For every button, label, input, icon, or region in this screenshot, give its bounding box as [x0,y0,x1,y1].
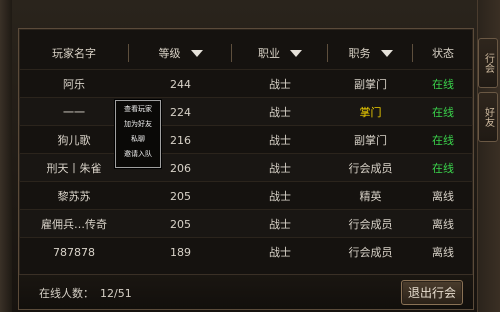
column-header-label: 职务 [348,47,371,60]
player-role: 精英 [359,190,382,203]
player-name: 一一 [63,106,85,119]
player-role: 副掌门 [354,78,387,91]
player-level: 189 [170,245,191,259]
guild-members-panel: 玩家名字 等级 职业 职务 状态 阿乐 244 战士 副掌门 在线 一一 224… [18,28,474,310]
player-job: 战士 [269,78,291,91]
player-status: 在线 [432,134,454,147]
column-header-level[interactable]: 等级 [129,41,232,65]
player-name: 狗儿歌 [57,134,91,147]
sort-triangle-icon [290,49,302,57]
column-header-label: 职业 [258,47,280,60]
player-role: 行会成员 [348,162,393,175]
context-menu-invite-team[interactable]: 邀请入队 [116,146,160,161]
table-row[interactable]: 阿乐 244 战士 副掌门 在线 [19,69,473,98]
side-tab-friends[interactable]: 好友 [478,92,498,142]
player-job: 战士 [269,106,291,119]
right-side-strip: 行会 好友 [477,0,500,312]
player-role: 掌门 [359,106,382,119]
online-count-label: 在线人数： [39,287,94,300]
player-context-menu: 查看玩家 加为好友 私聊 邀请入队 [115,100,161,168]
player-status: 在线 [432,106,454,119]
player-name: 刑天丨朱雀 [46,162,102,175]
column-header-status[interactable]: 状态 [413,41,473,65]
column-header-label: 等级 [158,47,181,60]
column-header-label: 状态 [432,47,454,60]
player-level: 205 [170,189,191,203]
player-role: 行会成员 [348,246,393,259]
player-job: 战士 [269,246,291,259]
player-job: 战士 [269,218,291,231]
player-status: 离线 [432,246,454,259]
table-row[interactable]: 刑天丨朱雀 206 战士 行会成员 在线 [19,153,473,182]
column-header-label: 玩家名字 [52,47,96,60]
player-role: 行会成员 [348,218,393,231]
context-menu-private-chat[interactable]: 私聊 [116,131,160,146]
context-menu-add-friend[interactable]: 加为好友 [116,116,160,131]
table-row[interactable]: 雇佣兵…传奇 205 战士 行会成员 离线 [19,209,473,238]
column-header-role[interactable]: 职务 [328,41,413,65]
player-role: 副掌门 [354,134,387,147]
online-count: 在线人数： 12/51 [33,285,132,301]
guild-footer: 在线人数： 12/51 退出行会 [19,274,473,309]
context-menu-view-player[interactable]: 查看玩家 [116,101,160,116]
player-name: 黎苏苏 [57,190,91,203]
player-job: 战士 [269,134,291,147]
table-row[interactable]: 狗儿歌 216 战士 副掌门 在线 [19,125,473,154]
player-level: 244 [170,77,191,91]
sort-triangle-icon [380,49,393,57]
player-level: 205 [170,217,191,231]
table-header: 玩家名字 等级 职业 职务 状态 [19,41,473,65]
player-status: 离线 [432,218,454,231]
column-header-job[interactable]: 职业 [232,41,328,65]
side-tab-guild[interactable]: 行会 [478,38,498,88]
table-row[interactable]: 一一 224 战士 掌门 在线 [19,97,473,126]
column-header-name[interactable]: 玩家名字 [19,41,129,65]
exit-guild-button[interactable]: 退出行会 [401,280,463,305]
online-count-value: 12/51 [100,287,132,300]
table-row[interactable]: 787878 189 战士 行会成员 离线 [19,237,473,266]
player-name: 雇佣兵…传奇 [41,218,107,231]
player-job: 战士 [269,162,291,175]
player-name: 787878 [53,245,95,259]
player-status: 离线 [432,190,454,203]
sort-triangle-icon [190,49,203,57]
table-row[interactable]: 黎苏苏 205 战士 精英 离线 [19,181,473,210]
player-job: 战士 [269,190,291,203]
player-status: 在线 [432,162,454,175]
player-name: 阿乐 [63,78,85,91]
player-status: 在线 [432,78,454,91]
